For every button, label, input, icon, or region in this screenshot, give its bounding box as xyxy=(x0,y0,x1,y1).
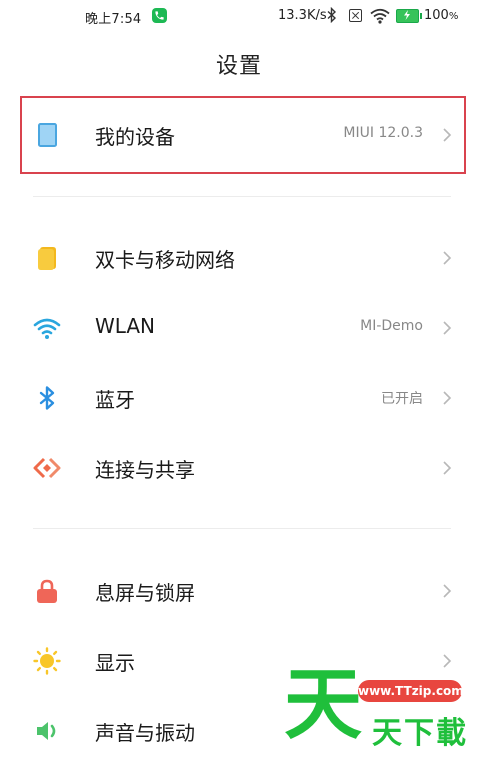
row-wlan[interactable]: WLAN MI-Demo xyxy=(0,296,478,360)
bluetooth-icon xyxy=(33,384,61,412)
row-value: MI-Demo xyxy=(360,318,423,334)
row-label: WLAN xyxy=(95,314,156,338)
row-label: 息屏与锁屏 xyxy=(95,581,195,605)
row-label: 我的设备 xyxy=(95,125,175,149)
chevron-right-icon xyxy=(440,250,454,266)
row-dual-sim[interactable]: 双卡与移动网络 xyxy=(0,226,478,290)
row-lock-screen[interactable]: 息屏与锁屏 xyxy=(0,559,478,623)
chevron-right-icon xyxy=(440,583,454,599)
speaker-icon xyxy=(33,717,61,745)
row-connection-sharing[interactable]: 连接与共享 xyxy=(0,436,478,500)
tablet-icon xyxy=(33,121,61,149)
page-title: 设置 xyxy=(215,54,262,79)
row-my-device[interactable]: 我的设备 MIUI 12.0.3 xyxy=(0,103,478,167)
status-time: 晚上7:54 xyxy=(85,12,142,27)
battery-charging-icon xyxy=(396,9,422,23)
sim-absent-icon xyxy=(349,9,362,22)
site-watermark: 天 www.TTzip.com 天下載 xyxy=(284,666,466,760)
status-bar: 晚上7:54 13.3K/s 100% xyxy=(0,0,478,32)
chevron-right-icon xyxy=(440,390,454,406)
row-bluetooth[interactable]: 蓝牙 已开启 xyxy=(0,366,478,430)
connection-share-icon xyxy=(33,454,61,482)
row-value: 已开启 xyxy=(381,391,423,407)
watermark-big-char: 天 xyxy=(284,660,363,750)
phone-call-icon xyxy=(152,8,167,23)
chevron-right-icon xyxy=(440,460,454,476)
row-label: 蓝牙 xyxy=(95,388,135,412)
sim-card-icon xyxy=(33,244,61,272)
watermark-text: 天下載 xyxy=(372,716,468,751)
row-value: MIUI 12.0.3 xyxy=(343,125,423,141)
row-label: 连接与共享 xyxy=(95,458,195,482)
bluetooth-status-icon xyxy=(327,6,337,27)
chevron-right-icon xyxy=(440,127,454,143)
row-label: 双卡与移动网络 xyxy=(95,248,235,272)
divider xyxy=(33,528,451,529)
row-label: 显示 xyxy=(95,651,135,675)
watermark-url: www.TTzip.com xyxy=(358,680,464,702)
wifi-icon xyxy=(33,314,61,342)
wifi-status-icon xyxy=(370,8,390,28)
chevron-right-icon xyxy=(440,653,454,669)
divider xyxy=(33,196,451,197)
sun-icon xyxy=(33,647,61,675)
chevron-right-icon xyxy=(440,320,454,336)
lock-icon xyxy=(33,577,61,605)
network-speed: 13.3K/s xyxy=(278,8,327,23)
row-label: 声音与振动 xyxy=(95,721,195,745)
battery-percent: 100% xyxy=(424,8,459,23)
